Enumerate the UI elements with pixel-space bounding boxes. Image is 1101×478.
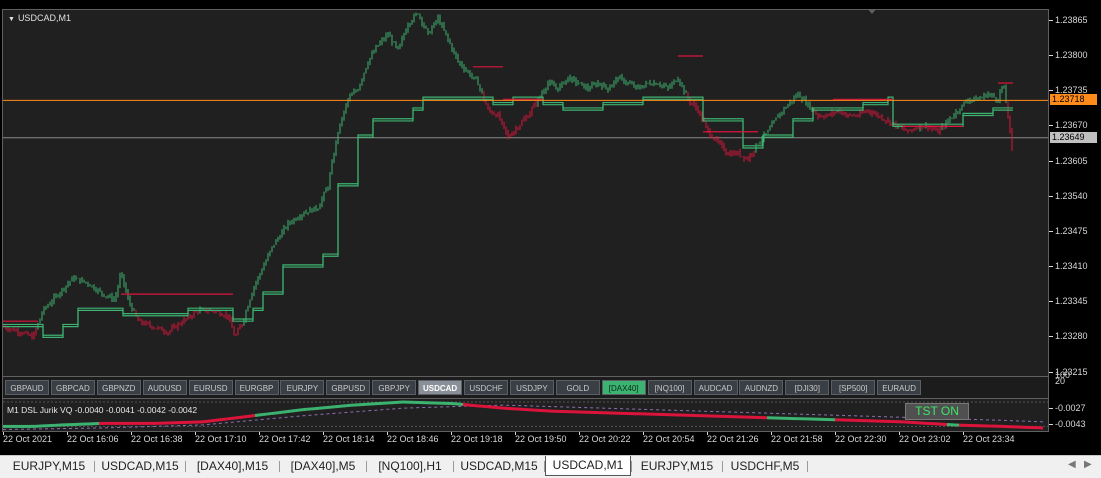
time-label: 22 Oct 20:54 <box>643 434 695 444</box>
chart-tab-usdcadm1[interactable]: USDCAD,M1 <box>545 456 631 476</box>
price-tick <box>1049 266 1053 267</box>
symbol-button-gold[interactable]: GOLD <box>556 380 600 395</box>
symbol-button-sp500[interactable]: [SP500] <box>831 380 875 395</box>
time-label: 22 Oct 17:10 <box>195 434 247 444</box>
indicator-scale-label: 20 <box>1055 376 1065 386</box>
time-label: 22 Oct 19:18 <box>451 434 503 444</box>
symbol-button-dax40[interactable]: [DAX40] <box>602 380 646 395</box>
price-tick <box>1049 55 1053 56</box>
price-label: 1.23865 <box>1055 15 1088 25</box>
symbol-button-gbpnzd[interactable]: GBPNZD <box>97 380 141 395</box>
price-chart-pane[interactable]: ▼USDCAD,M1 <box>2 9 1049 377</box>
tab-separator <box>807 461 808 472</box>
symbol-button-dji30[interactable]: [DJI30] <box>785 380 829 395</box>
indicator-pane[interactable]: M1 DSL Jurik VQ -0.0040 -0.0041 -0.0042 … <box>2 398 1049 432</box>
time-label: 22 Oct 17:42 <box>259 434 311 444</box>
chart-tab-usdcadm15[interactable]: USDCAD,M15 <box>95 457 185 476</box>
time-label: 22 Oct 18:46 <box>387 434 439 444</box>
time-label: 22 Oct 22:30 <box>835 434 887 444</box>
symbol-button-gbpusd[interactable]: GBPUSD <box>326 380 370 395</box>
time-label: 22 Oct 21:26 <box>707 434 759 444</box>
symbol-button-eurjpy[interactable]: EURJPY <box>280 380 324 395</box>
symbol-button-nq100[interactable]: [NQ100] <box>648 380 692 395</box>
price-label: 1.23345 <box>1055 296 1088 306</box>
price-tick <box>1049 90 1053 91</box>
price-candles-svg <box>3 10 1048 376</box>
price-axis[interactable]: 1.238651.238001.237351.236701.236051.235… <box>1049 9 1101 432</box>
price-label: 1.23670 <box>1055 120 1088 130</box>
chart-shift-marker-icon[interactable] <box>868 9 876 14</box>
price-tick <box>1049 161 1053 162</box>
indicator-label: M1 DSL Jurik VQ -0.0040 -0.0041 -0.0042 … <box>7 405 197 415</box>
time-label: 22 Oct 21:58 <box>771 434 823 444</box>
symbol-selector-bar: GBPAUDGBPCADGBPNZDAUDUSDEURUSDEURGBPEURJ… <box>2 377 1049 398</box>
price-label: 1.23410 <box>1055 261 1088 271</box>
chart-tab-bar: EURJPY,M15USDCAD,M15[DAX40],M15[DAX40],M… <box>0 455 1101 478</box>
symbol-button-usdjpy[interactable]: USDJPY <box>510 380 554 395</box>
tab-scroll-left-icon[interactable]: ◀ <box>1068 459 1076 470</box>
price-label: 1.23475 <box>1055 226 1088 236</box>
symbol-button-euraud[interactable]: EURAUD <box>877 380 921 395</box>
chart-tab-eurjpym15[interactable]: EURJPY,M15 <box>4 457 94 476</box>
time-label: 22 Oct 20:22 <box>579 434 631 444</box>
time-axis[interactable]: 22 Oct 2021 22 Oct 16:06 22 Oct 16:38 22 Oc… <box>0 432 1101 455</box>
price-label: 1.23280 <box>1055 331 1088 341</box>
chart-tab-eurjpym15[interactable]: EURJPY,M15 <box>632 457 722 476</box>
price-label: 1.23800 <box>1055 50 1088 60</box>
ask-price-tag: 1.23718 <box>1050 94 1097 105</box>
price-tick <box>1049 336 1053 337</box>
chart-tab-usdcadm15[interactable]: USDCAD,M15 <box>454 457 544 476</box>
bid-price-tag: 1.23649 <box>1050 132 1097 143</box>
time-label: 22 Oct 16:38 <box>131 434 183 444</box>
symbol-button-eurgbp[interactable]: EURGBP <box>235 380 279 395</box>
time-label: 22 Oct 23:02 <box>899 434 951 444</box>
symbol-button-usdcad[interactable]: USDCAD <box>418 380 462 395</box>
symbol-button-gbpcad[interactable]: GBPCAD <box>51 380 95 395</box>
tst-toggle-button[interactable]: TST ON <box>905 403 969 420</box>
time-label: 22 Oct 2021 <box>3 434 52 444</box>
chart-tab-dax40m5[interactable]: [DAX40],M5 <box>280 457 366 476</box>
price-tick <box>1049 125 1053 126</box>
symbol-button-audusd[interactable]: AUDUSD <box>143 380 187 395</box>
price-tick <box>1049 196 1053 197</box>
price-tick <box>1049 231 1053 232</box>
oscillator-svg <box>3 399 1048 431</box>
symbol-button-eurusd[interactable]: EURUSD <box>189 380 233 395</box>
indicator-level-tick <box>1049 408 1053 409</box>
chart-tab-usdchfm5[interactable]: USDCHF,M5 <box>723 457 807 476</box>
time-label: 22 Oct 18:14 <box>323 434 375 444</box>
symbol-button-audnzd[interactable]: AUDNZD <box>739 380 783 395</box>
price-label: 1.23605 <box>1055 156 1088 166</box>
price-tick <box>1049 20 1053 21</box>
tab-scroll-right-icon[interactable]: ▶ <box>1084 459 1092 470</box>
symbol-button-gbpjpy[interactable]: GBPJPY <box>372 380 416 395</box>
time-label: 22 Oct 19:50 <box>515 434 567 444</box>
symbol-button-gbpaud[interactable]: GBPAUD <box>5 380 49 395</box>
indicator-level-label: -0.0043 <box>1055 419 1086 429</box>
indicator-level-tick <box>1049 424 1053 425</box>
price-tick <box>1049 301 1053 302</box>
chart-tab-nq100h1[interactable]: [NQ100],H1 <box>367 457 453 476</box>
price-label: 1.23540 <box>1055 191 1088 201</box>
time-label: 22 Oct 16:06 <box>67 434 119 444</box>
symbol-button-audcad[interactable]: AUDCAD <box>694 380 738 395</box>
chart-window[interactable]: ▼USDCAD,M1 GBPAUDGBPCADGBPNZDAUDUSDEURUS… <box>0 0 1101 455</box>
indicator-level-label: -0.0027 <box>1055 403 1086 413</box>
price-tick <box>1049 372 1053 373</box>
chart-tab-dax40m15[interactable]: [DAX40],M15 <box>186 457 279 476</box>
time-label: 22 Oct 23:34 <box>963 434 1015 444</box>
symbol-button-usdchf[interactable]: USDCHF <box>464 380 508 395</box>
